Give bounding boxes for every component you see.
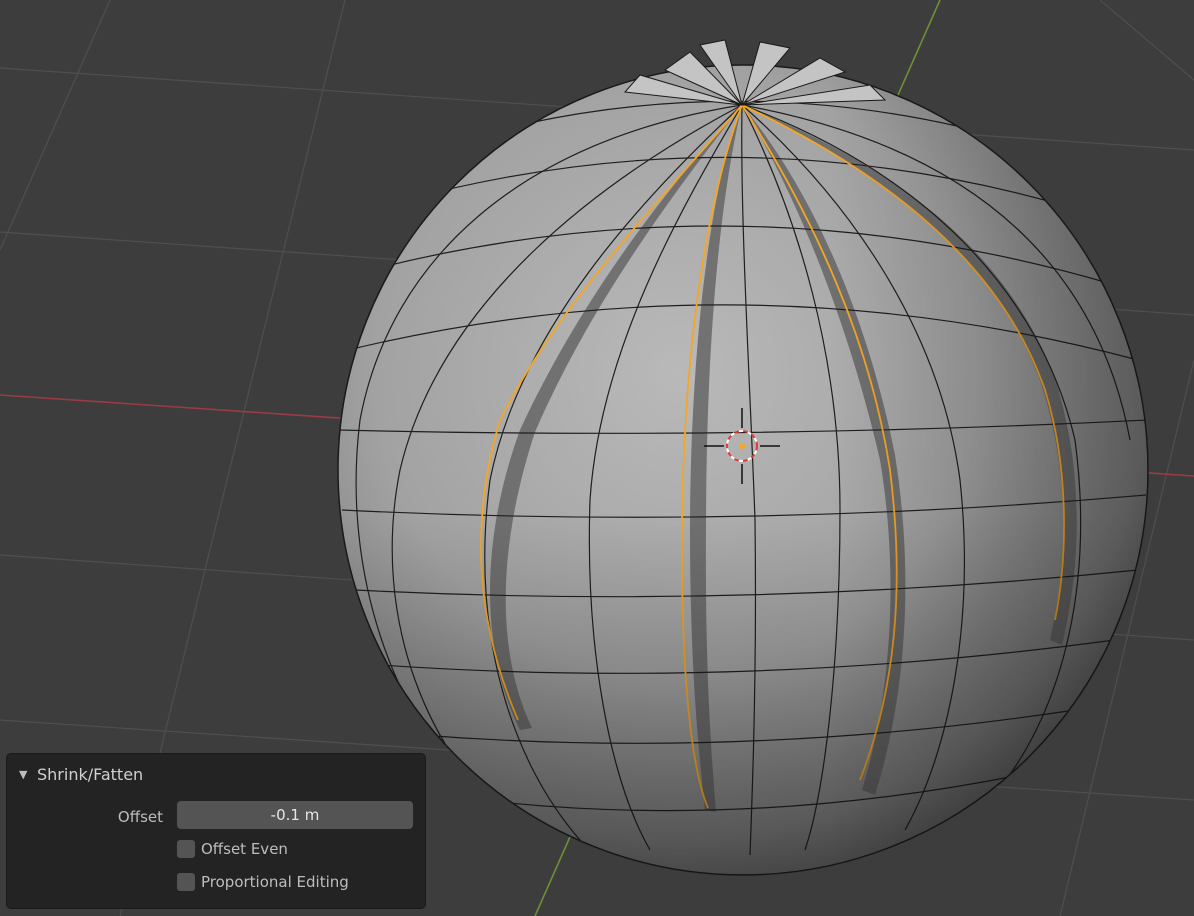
offset-even-toggle[interactable]: Offset Even <box>177 838 288 860</box>
proportional-editing-label: Proportional Editing <box>201 873 349 891</box>
offset-even-checkbox[interactable] <box>177 840 195 858</box>
offset-label: Offset <box>117 808 163 826</box>
offset-even-label: Offset Even <box>201 840 288 858</box>
proportional-editing-toggle[interactable]: Proportional Editing <box>177 871 349 893</box>
panel-title: Shrink/Fatten <box>37 764 144 784</box>
offset-field[interactable]: -0.1 m <box>177 801 413 829</box>
panel-header[interactable]: ▼ Shrink/Fatten <box>19 764 143 784</box>
operator-redo-panel: ▼ Shrink/Fatten Offset -0.1 m Offset Eve… <box>6 753 426 909</box>
disclosure-triangle-down-icon: ▼ <box>19 767 28 781</box>
proportional-editing-checkbox[interactable] <box>177 873 195 891</box>
